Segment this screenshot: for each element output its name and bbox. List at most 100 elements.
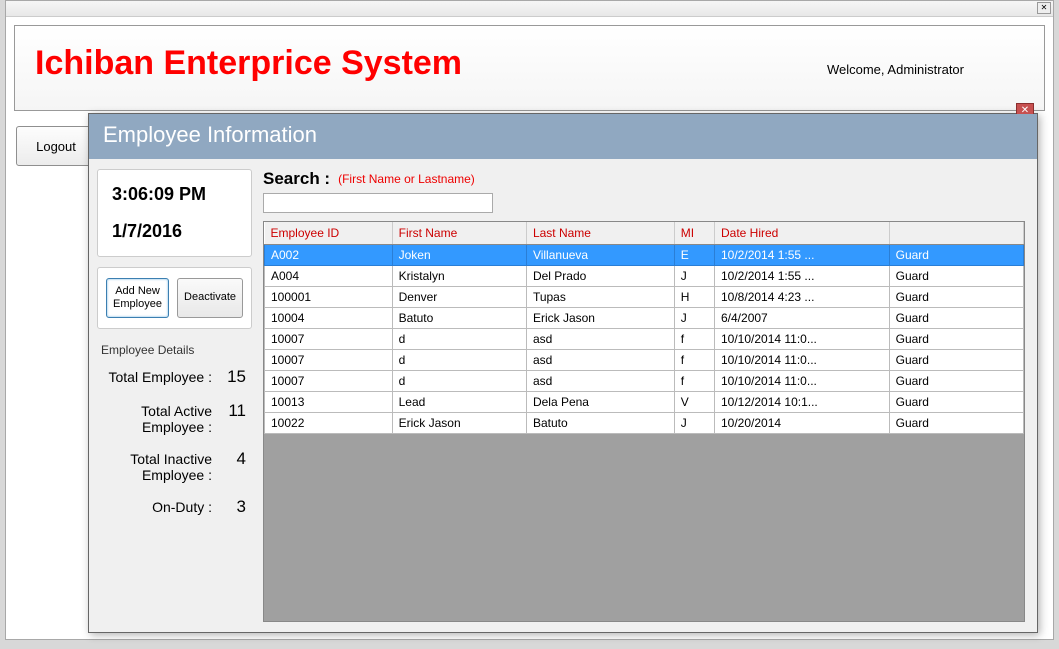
cell[interactable]: 10/10/2014 11:0... xyxy=(715,329,890,350)
cell[interactable]: Joken xyxy=(392,245,526,266)
cell[interactable]: asd xyxy=(526,329,674,350)
cell[interactable]: Tupas xyxy=(526,287,674,308)
cell[interactable]: 10/10/2014 11:0... xyxy=(715,350,890,371)
cell[interactable]: Guard xyxy=(889,329,1023,350)
table-row[interactable]: 10022Erick JasonBatutoJ10/20/2014Guard xyxy=(265,413,1024,434)
table-row[interactable]: 10013LeadDela PenaV10/12/2014 10:1...Gua… xyxy=(265,392,1024,413)
cell[interactable]: Guard xyxy=(889,287,1023,308)
cell[interactable]: Erick Jason xyxy=(392,413,526,434)
cell[interactable]: 10007 xyxy=(265,350,393,371)
cell[interactable]: A004 xyxy=(265,266,393,287)
cell[interactable]: 10007 xyxy=(265,329,393,350)
cell[interactable]: Guard xyxy=(889,413,1023,434)
stat-label: Total Employee : xyxy=(103,369,212,385)
table-row[interactable]: 10004BatutoErick JasonJ6/4/2007Guard xyxy=(265,308,1024,329)
time-box: 3:06:09 PM 1/7/2016 xyxy=(97,169,252,257)
col-datehired[interactable]: Date Hired xyxy=(715,222,890,245)
dialog-title: Employee Information xyxy=(89,114,1037,159)
stat-total: Total Employee : 15 xyxy=(103,367,246,387)
cell[interactable]: Lead xyxy=(392,392,526,413)
cell[interactable]: A002 xyxy=(265,245,393,266)
welcome-text: Welcome, Administrator xyxy=(827,62,964,77)
search-hint: (First Name or Lastname) xyxy=(338,172,475,186)
cell[interactable]: Guard xyxy=(889,371,1023,392)
cell[interactable]: asd xyxy=(526,371,674,392)
cell[interactable]: E xyxy=(674,245,714,266)
cell[interactable]: Guard xyxy=(889,308,1023,329)
cell[interactable]: f xyxy=(674,329,714,350)
cell[interactable]: Villanueva xyxy=(526,245,674,266)
cell[interactable]: Del Prado xyxy=(526,266,674,287)
cell[interactable]: d xyxy=(392,350,526,371)
date-display: 1/7/2016 xyxy=(112,221,239,242)
logout-button[interactable]: Logout xyxy=(16,126,96,166)
cell[interactable]: 10013 xyxy=(265,392,393,413)
stat-label: Total Inactive Employee : xyxy=(103,451,212,483)
cell[interactable]: Guard xyxy=(889,266,1023,287)
cell[interactable]: 10/10/2014 11:0... xyxy=(715,371,890,392)
side-panel: 3:06:09 PM 1/7/2016 Add New Employee Dea… xyxy=(89,159,257,632)
col-id[interactable]: Employee ID xyxy=(265,222,393,245)
main-panel: Search : (First Name or Lastname) Employ… xyxy=(257,159,1037,632)
table-row[interactable]: 100001DenverTupasH10/8/2014 4:23 ...Guar… xyxy=(265,287,1024,308)
cell[interactable]: H xyxy=(674,287,714,308)
cell[interactable]: 10/20/2014 xyxy=(715,413,890,434)
cell[interactable]: asd xyxy=(526,350,674,371)
table-row[interactable]: 10007dasdf10/10/2014 11:0...Guard xyxy=(265,329,1024,350)
table-row[interactable]: A002JokenVillanuevaE10/2/2014 1:55 ...Gu… xyxy=(265,245,1024,266)
cell[interactable]: Batuto xyxy=(526,413,674,434)
cell[interactable]: f xyxy=(674,371,714,392)
header-panel: Ichiban Enterprice System Welcome, Admin… xyxy=(14,25,1045,111)
employee-dialog: ✕ Employee Information 3:06:09 PM 1/7/20… xyxy=(88,113,1038,633)
cell[interactable]: d xyxy=(392,329,526,350)
table-row[interactable]: 10007dasdf10/10/2014 11:0...Guard xyxy=(265,371,1024,392)
col-position[interactable] xyxy=(889,222,1023,245)
search-row: Search : (First Name or Lastname) xyxy=(263,169,1025,189)
cell[interactable]: Denver xyxy=(392,287,526,308)
table-row[interactable]: A004KristalynDel PradoJ10/2/2014 1:55 ..… xyxy=(265,266,1024,287)
stat-val: 11 xyxy=(218,401,246,421)
add-employee-button[interactable]: Add New Employee xyxy=(106,278,169,318)
cell[interactable]: 10/2/2014 1:55 ... xyxy=(715,245,890,266)
cell[interactable]: Guard xyxy=(889,245,1023,266)
deactivate-button[interactable]: Deactivate xyxy=(177,278,243,318)
cell[interactable]: 10/12/2014 10:1... xyxy=(715,392,890,413)
cell[interactable]: Dela Pena xyxy=(526,392,674,413)
stat-inactive: Total Inactive Employee : 4 xyxy=(103,449,246,483)
cell[interactable]: Erick Jason xyxy=(526,308,674,329)
stat-active: Total Active Employee : 11 xyxy=(103,401,246,435)
cell[interactable]: 10004 xyxy=(265,308,393,329)
search-input[interactable] xyxy=(263,193,493,213)
stat-val: 4 xyxy=(218,449,246,469)
col-mi[interactable]: MI xyxy=(674,222,714,245)
cell[interactable]: 100001 xyxy=(265,287,393,308)
cell[interactable]: J xyxy=(674,413,714,434)
search-input-wrap xyxy=(263,193,1025,213)
stat-val: 15 xyxy=(218,367,246,387)
cell[interactable]: J xyxy=(674,266,714,287)
stat-label: On-Duty : xyxy=(103,499,212,515)
cell[interactable]: Guard xyxy=(889,392,1023,413)
details-label: Employee Details xyxy=(101,343,252,357)
stat-onduty: On-Duty : 3 xyxy=(103,497,246,517)
employee-grid[interactable]: Employee ID First Name Last Name MI Date… xyxy=(263,221,1025,622)
cell[interactable]: V xyxy=(674,392,714,413)
cell[interactable]: d xyxy=(392,371,526,392)
cell[interactable]: f xyxy=(674,350,714,371)
table-row[interactable]: 10007dasdf10/10/2014 11:0...Guard xyxy=(265,350,1024,371)
cell[interactable]: 10007 xyxy=(265,371,393,392)
cell[interactable]: 10022 xyxy=(265,413,393,434)
stat-label: Total Active Employee : xyxy=(103,403,212,435)
employee-table[interactable]: Employee ID First Name Last Name MI Date… xyxy=(264,222,1024,434)
cell[interactable]: 10/2/2014 1:55 ... xyxy=(715,266,890,287)
col-lastname[interactable]: Last Name xyxy=(526,222,674,245)
cell[interactable]: Kristalyn xyxy=(392,266,526,287)
cell[interactable]: 10/8/2014 4:23 ... xyxy=(715,287,890,308)
cell[interactable]: J xyxy=(674,308,714,329)
header-row: Employee ID First Name Last Name MI Date… xyxy=(265,222,1024,245)
cell[interactable]: 6/4/2007 xyxy=(715,308,890,329)
cell[interactable]: Guard xyxy=(889,350,1023,371)
close-icon[interactable]: ✕ xyxy=(1037,2,1051,14)
col-firstname[interactable]: First Name xyxy=(392,222,526,245)
cell[interactable]: Batuto xyxy=(392,308,526,329)
